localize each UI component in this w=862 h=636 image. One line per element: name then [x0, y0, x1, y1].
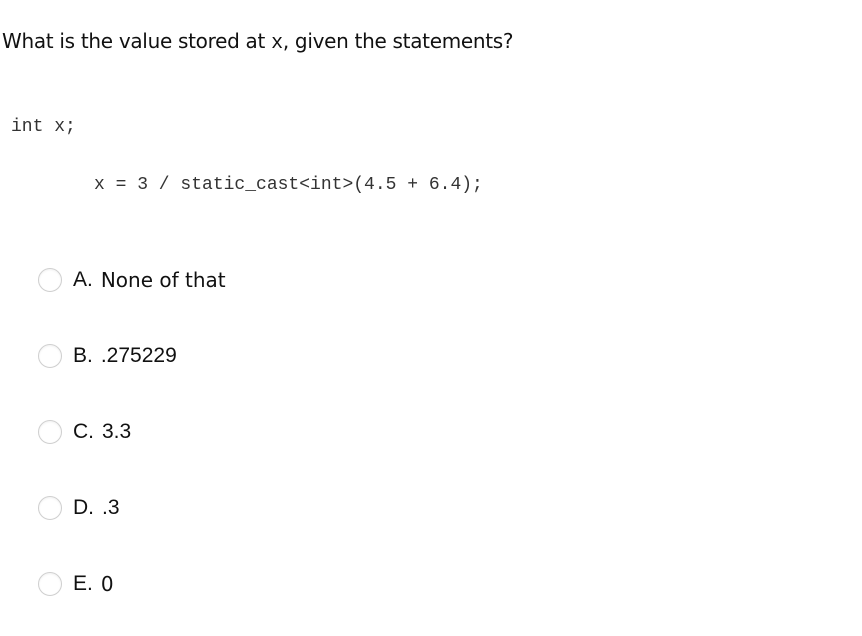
radio-button-icon[interactable]: [38, 496, 62, 520]
radio-button-icon[interactable]: [38, 572, 62, 596]
option-a[interactable]: A. None of that: [38, 266, 226, 294]
option-text: None of that: [100, 268, 226, 292]
option-c[interactable]: C. 3.3: [38, 418, 131, 446]
option-d[interactable]: D. .3: [38, 494, 120, 522]
option-e[interactable]: E. 0: [38, 570, 114, 598]
option-text: 3.3: [102, 420, 132, 443]
radio-button-icon[interactable]: [38, 268, 62, 292]
radio-button-icon[interactable]: [38, 420, 62, 444]
question-variable: x: [271, 32, 283, 55]
option-b[interactable]: B. .275229: [38, 342, 177, 370]
option-letter: A.: [73, 268, 93, 291]
option-letter: D.: [73, 496, 94, 519]
question-prefix: What is the value stored at: [2, 29, 272, 53]
option-letter: E.: [73, 572, 93, 595]
code-line-2: x = 3 / static_cast<int>(4.5 + 6.4);: [94, 175, 483, 195]
option-text: 0: [100, 572, 114, 596]
question-suffix: , given the statements?: [282, 29, 514, 53]
question-text: What is the value stored at x, given the…: [2, 29, 514, 55]
option-letter: B.: [73, 344, 93, 367]
radio-button-icon[interactable]: [38, 344, 62, 368]
option-letter: C.: [73, 420, 94, 443]
option-text: .3: [102, 496, 120, 519]
option-text: .275229: [100, 344, 177, 367]
code-line-1: int x;: [11, 117, 76, 137]
